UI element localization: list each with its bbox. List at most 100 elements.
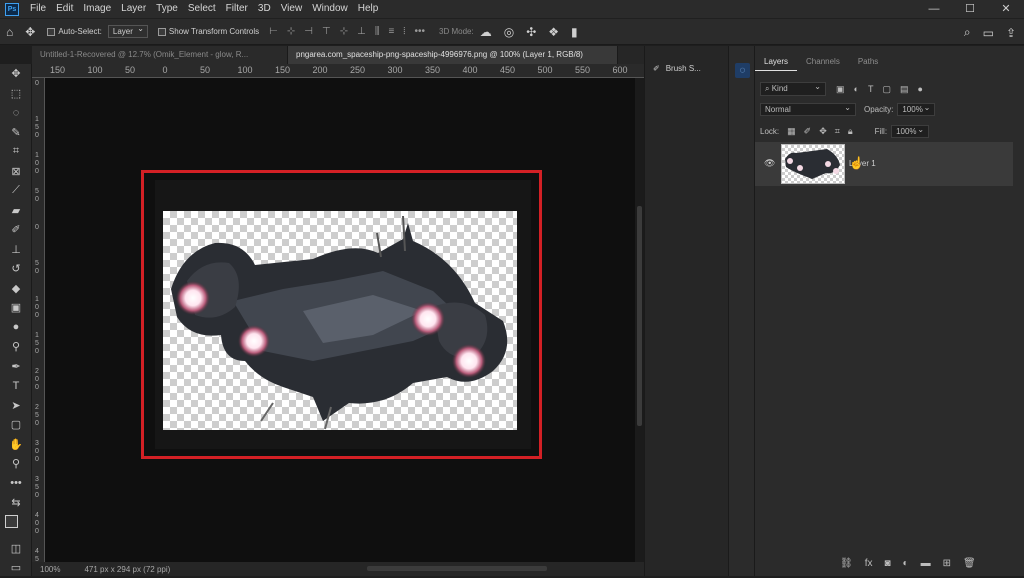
filter-adjustment-icon[interactable]: ◐ xyxy=(854,84,859,95)
menu-select[interactable]: Select xyxy=(183,0,221,18)
clone-stamp-tool-icon[interactable]: ⊥ xyxy=(0,240,32,260)
lock-position-icon[interactable]: ✥ xyxy=(819,126,827,137)
zoom-tool-icon[interactable]: ⚲ xyxy=(0,454,32,474)
distribute-v-icon[interactable]: ≡ xyxy=(388,26,394,37)
menu-file[interactable]: File xyxy=(25,0,51,18)
lock-image-icon[interactable]: ✐ xyxy=(804,126,812,137)
vertical-scroll-thumb[interactable] xyxy=(637,206,642,426)
align-left-icon[interactable]: ⊢ xyxy=(269,26,278,37)
layer-style-icon[interactable]: fx xyxy=(865,558,873,569)
menu-help[interactable]: Help xyxy=(353,0,384,18)
align-middle-icon[interactable]: ⊹ xyxy=(340,26,348,37)
align-bottom-icon[interactable]: ⊥ xyxy=(357,26,366,37)
3d-pan-icon[interactable]: ✣ xyxy=(526,25,536,39)
menu-type[interactable]: Type xyxy=(151,0,183,18)
more-tools-icon[interactable]: ••• xyxy=(0,474,32,494)
align-center-icon[interactable]: ⊹ xyxy=(287,26,295,37)
delete-layer-icon[interactable]: 🗑︎ xyxy=(963,558,976,569)
healing-brush-tool-icon[interactable]: ▰ xyxy=(0,201,32,221)
maximize-button[interactable]: ☐ xyxy=(952,0,988,18)
align-right-icon[interactable]: ⊣ xyxy=(304,26,313,37)
menu-3d[interactable]: 3D xyxy=(253,0,276,18)
brush-tool-icon[interactable]: ✐ xyxy=(0,220,32,240)
swap-colors-icon[interactable]: ⇆ xyxy=(0,493,32,513)
tab-untitled-recovered[interactable]: Untitled-1-Recovered @ 12.7% (Omik_Eleme… xyxy=(32,46,288,64)
vertical-scrollbar[interactable] xyxy=(635,78,644,562)
distribute-icon[interactable]: ⫼ xyxy=(375,26,380,37)
lock-all-icon[interactable]: 🔒︎ xyxy=(848,126,853,137)
type-tool-icon[interactable]: T xyxy=(0,376,32,396)
tab-layers[interactable]: Layers xyxy=(755,54,798,71)
distribute-h-icon[interactable]: ⦙ xyxy=(403,26,405,37)
brush-settings-item[interactable]: ✐ Brush S... xyxy=(653,64,701,73)
horizontal-scroll-thumb[interactable] xyxy=(367,566,547,571)
screen-mode-icon[interactable]: ▭ xyxy=(0,558,32,578)
filter-pixel-icon[interactable]: ▣ xyxy=(836,84,845,95)
visibility-eye-icon[interactable]: 👁︎ xyxy=(764,158,775,169)
gradient-tool-icon[interactable]: ▣ xyxy=(0,298,32,318)
lock-artboard-icon[interactable]: ⌗ xyxy=(835,126,840,137)
lasso-tool-icon[interactable]: ◌ xyxy=(0,103,32,123)
3d-slide-icon[interactable]: ❖ xyxy=(548,25,559,39)
blend-mode-dropdown[interactable]: Normal xyxy=(760,103,856,116)
new-layer-icon[interactable]: ⊞ xyxy=(943,558,951,569)
menu-edit[interactable]: Edit xyxy=(51,0,78,18)
path-selection-tool-icon[interactable]: ➤ xyxy=(0,396,32,416)
search-icon[interactable]: ⌕ xyxy=(964,25,971,40)
3d-scale-icon[interactable]: ▮ xyxy=(571,25,578,39)
dodge-tool-icon[interactable]: ⚲ xyxy=(0,337,32,357)
menu-filter[interactable]: Filter xyxy=(221,0,253,18)
3d-roll-icon[interactable]: ◎ xyxy=(504,25,514,39)
crop-tool-icon[interactable]: ⌗ xyxy=(0,142,32,162)
history-panel-icon[interactable]: ◌ xyxy=(735,63,750,78)
adjustment-layer-icon[interactable]: ◐ xyxy=(903,558,909,569)
align-top-icon[interactable]: ⊤ xyxy=(322,26,331,37)
link-layers-icon[interactable]: ⛓︎ xyxy=(840,558,853,569)
auto-select-target-dropdown[interactable]: Layer xyxy=(107,24,148,38)
lock-transparent-icon[interactable]: ▦ xyxy=(787,126,796,137)
hand-tool-icon[interactable]: ✋ xyxy=(0,435,32,455)
opacity-input[interactable]: 100% xyxy=(897,103,936,116)
history-brush-tool-icon[interactable]: ↺ xyxy=(0,259,32,279)
layer-row[interactable]: 👁︎ Layer 1 ☝ xyxy=(755,142,1013,186)
tab-spaceship-png[interactable]: pngarea.com_spaceship-png-spaceship-4996… xyxy=(288,46,618,64)
3d-orbit-icon[interactable]: ☁ xyxy=(480,25,492,39)
auto-select-checkbox[interactable] xyxy=(47,27,58,36)
menu-window[interactable]: Window xyxy=(307,0,353,18)
minimize-button[interactable]: — xyxy=(916,0,952,18)
filter-kind-dropdown[interactable]: ⌕ Kind xyxy=(760,82,826,96)
workspace-icon[interactable]: ▭ xyxy=(983,26,994,40)
zoom-level[interactable]: 100% xyxy=(40,565,60,574)
more-options-icon[interactable]: ••• xyxy=(415,26,426,37)
tab-channels[interactable]: Channels xyxy=(797,54,849,71)
eraser-tool-icon[interactable]: ◆ xyxy=(0,279,32,299)
blur-tool-icon[interactable]: ● xyxy=(0,318,32,338)
tab-paths[interactable]: Paths xyxy=(849,54,887,71)
filter-smart-object-icon[interactable]: ▤ xyxy=(900,84,909,95)
move-tool-icon[interactable]: ✥ xyxy=(0,64,32,84)
show-transform-checkbox[interactable] xyxy=(157,27,169,36)
add-mask-icon[interactable]: ◙ xyxy=(884,558,890,569)
menu-view[interactable]: View xyxy=(276,0,308,18)
move-tool-icon[interactable]: ✥ xyxy=(25,25,35,39)
home-icon[interactable]: ⌂ xyxy=(6,25,13,39)
eyedropper-tool-icon[interactable]: ⟋ xyxy=(0,181,32,201)
menu-image[interactable]: Image xyxy=(78,0,116,18)
fill-input[interactable]: 100% xyxy=(891,125,930,138)
quick-mask-icon[interactable]: ◫ xyxy=(0,539,32,559)
marquee-tool-icon[interactable]: ⬚ xyxy=(0,84,32,104)
rectangle-tool-icon[interactable]: ▢ xyxy=(0,415,32,435)
filter-shape-icon[interactable]: ▢ xyxy=(882,84,891,95)
frame-tool-icon[interactable]: ⊠ xyxy=(0,162,32,182)
color-swatches[interactable] xyxy=(0,513,31,539)
pen-tool-icon[interactable]: ✒ xyxy=(0,357,32,377)
menu-layer[interactable]: Layer xyxy=(116,0,151,18)
layers-panel-footer: ⛓︎ fx ◙ ◐ ▬ ⊞ 🗑︎ xyxy=(840,558,976,569)
filter-type-icon[interactable]: T xyxy=(868,84,874,95)
share-icon[interactable]: ⇪ xyxy=(1006,26,1016,40)
foreground-color-swatch[interactable] xyxy=(5,514,18,528)
filter-toggle-icon[interactable]: ● xyxy=(917,84,922,95)
new-group-icon[interactable]: ▬ xyxy=(921,558,931,569)
quick-select-tool-icon[interactable]: ✎ xyxy=(0,123,32,143)
close-button[interactable]: ✕ xyxy=(988,0,1024,18)
